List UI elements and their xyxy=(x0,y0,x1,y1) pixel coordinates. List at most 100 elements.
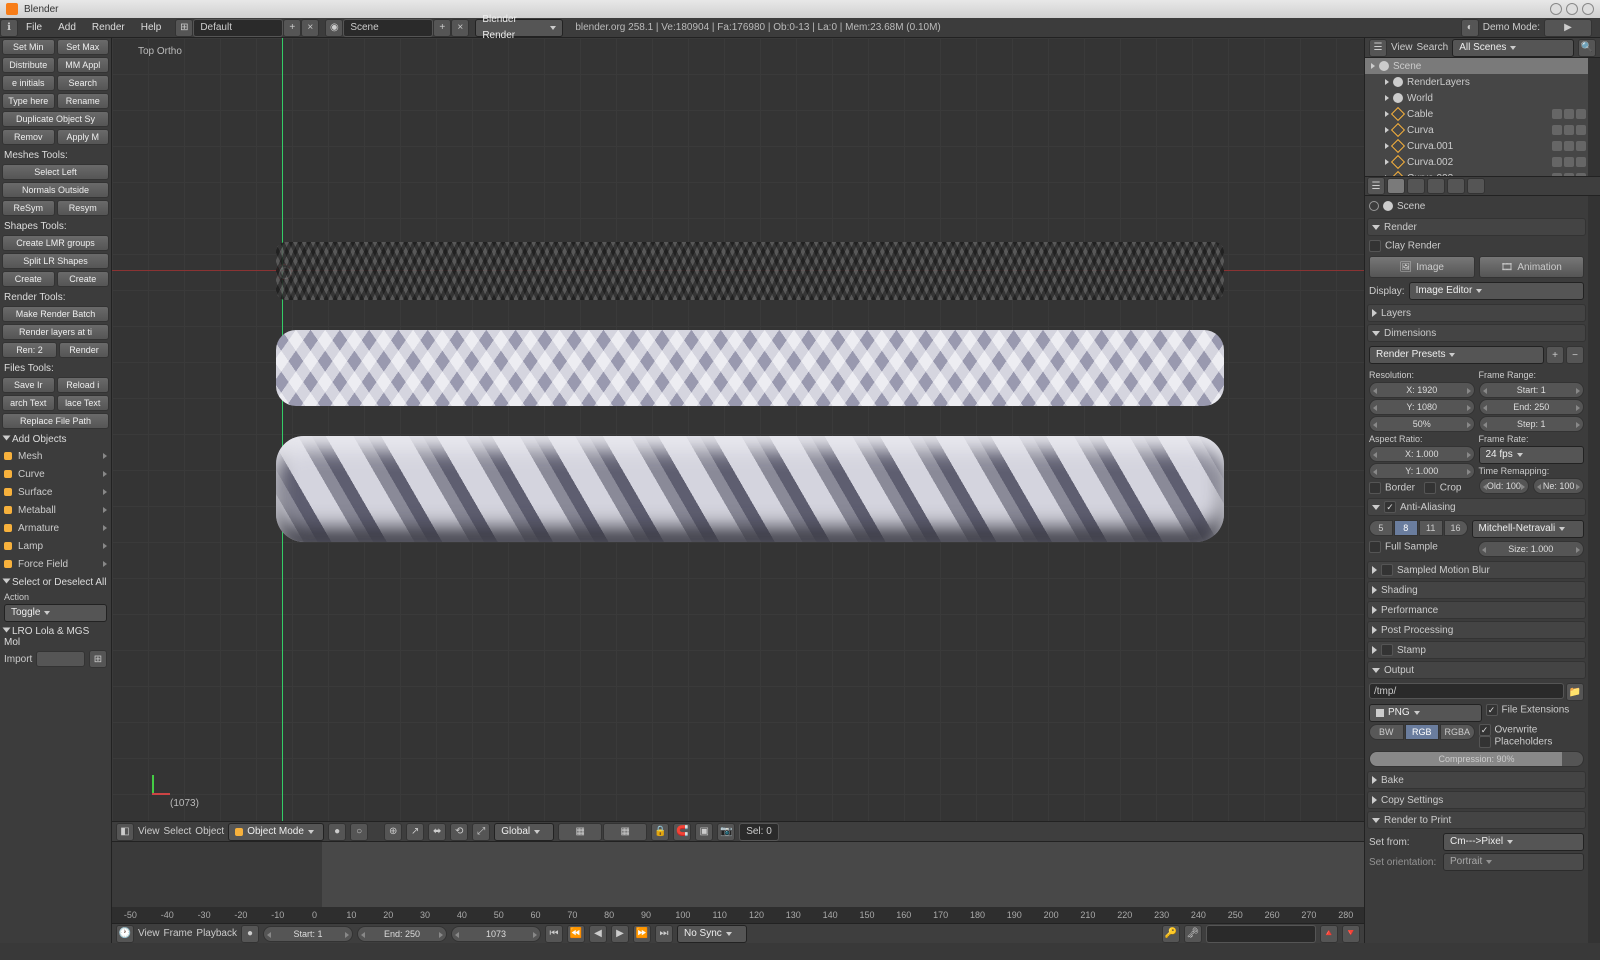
aa-8[interactable]: 8 xyxy=(1394,520,1418,536)
btn-render[interactable]: Render xyxy=(59,342,109,358)
menu-file[interactable]: File xyxy=(18,19,50,37)
tl-menu-playback[interactable]: Playback xyxy=(196,928,237,939)
set-orient-dropdown[interactable]: Portrait xyxy=(1443,853,1584,871)
eye-icon[interactable] xyxy=(1552,109,1562,119)
eye-icon[interactable] xyxy=(1552,141,1562,151)
outliner-scrollbar[interactable] xyxy=(1588,58,1600,176)
select-icon[interactable] xyxy=(1564,157,1574,167)
path-browse-icon[interactable]: 📁 xyxy=(1566,683,1584,701)
add-forcefield[interactable]: Force Field xyxy=(0,555,111,573)
outliner-filter-dropdown[interactable]: All Scenes xyxy=(1452,39,1574,57)
btn-replace-path[interactable]: Replace File Path xyxy=(2,413,109,429)
panel-dimensions[interactable]: Dimensions xyxy=(1367,324,1586,342)
snap-icon[interactable]: 🧲 xyxy=(673,823,691,841)
outliner-row[interactable]: Scene xyxy=(1365,58,1588,74)
tl-menu-view[interactable]: View xyxy=(138,928,160,939)
3d-viewport[interactable]: Top Ortho (1073) xyxy=(112,38,1364,821)
render-icon[interactable] xyxy=(1576,125,1586,135)
tab-scene[interactable] xyxy=(1407,178,1425,194)
btn-mm-apply[interactable]: MM Appl xyxy=(57,57,110,73)
btn-reload[interactable]: Reload i xyxy=(57,377,110,393)
start-frame-field[interactable]: Start: 1 xyxy=(263,926,353,942)
res-pct-field[interactable]: 50% xyxy=(1369,416,1475,432)
tab-object[interactable] xyxy=(1447,178,1465,194)
border-checkbox[interactable] xyxy=(1369,482,1381,494)
panel-layers[interactable]: Layers xyxy=(1367,304,1586,322)
add-objects-header[interactable]: Add Objects xyxy=(0,430,111,447)
snap-type-icon[interactable]: ▣ xyxy=(695,823,713,841)
frame-start-field[interactable]: Start: 1 xyxy=(1479,382,1585,398)
btn-create-lmr[interactable]: Create LMR groups xyxy=(2,235,109,251)
action-dropdown[interactable]: Toggle xyxy=(4,604,107,622)
scene-crumb-label[interactable]: Scene xyxy=(1397,201,1425,212)
scene-del-icon[interactable]: × xyxy=(451,19,469,37)
btn-search[interactable]: Search xyxy=(57,75,110,91)
import-field[interactable] xyxy=(36,651,85,667)
btn-resym-a[interactable]: ReSym xyxy=(2,200,55,216)
autokey-icon[interactable]: 🔑 xyxy=(1162,925,1180,943)
btn-set-min[interactable]: Set Min xyxy=(2,39,55,55)
keyframe-prev-icon[interactable]: ⏪ xyxy=(567,925,585,943)
panel-render-to-print[interactable]: Render to Print xyxy=(1367,811,1586,829)
props-editor-icon[interactable]: ☰ xyxy=(1367,177,1385,195)
crop-checkbox[interactable] xyxy=(1424,482,1436,494)
layout-del-icon[interactable]: × xyxy=(301,19,319,37)
properties-scrollbar[interactable] xyxy=(1588,196,1600,943)
display-dropdown[interactable]: Image Editor xyxy=(1409,282,1584,300)
disclosure-icon[interactable] xyxy=(1385,143,1389,149)
color-rgba[interactable]: RGBA xyxy=(1440,724,1475,740)
select-all-header[interactable]: Select or Deselect All xyxy=(0,573,111,590)
render-icon[interactable] xyxy=(1576,109,1586,119)
panel-motion-blur[interactable]: Sampled Motion Blur xyxy=(1367,561,1586,579)
frame-rate-dropdown[interactable]: 24 fps xyxy=(1479,446,1585,464)
timeline-editor-icon[interactable]: 🕐 xyxy=(116,925,134,943)
demo-play-button[interactable]: ▶ xyxy=(1544,19,1592,37)
btn-render-batch[interactable]: Make Render Batch xyxy=(2,306,109,322)
keyframe-next-icon[interactable]: ⏩ xyxy=(633,925,651,943)
color-rgb[interactable]: RGB xyxy=(1405,724,1440,740)
color-bw[interactable]: BW xyxy=(1369,724,1404,740)
eye-icon[interactable] xyxy=(1552,157,1562,167)
panel-antialiasing[interactable]: Anti-Aliasing xyxy=(1367,498,1586,516)
btn-save[interactable]: Save Ir xyxy=(2,377,55,393)
outliner-row[interactable]: Curva.001 xyxy=(1365,138,1588,154)
lock-camera-icon[interactable]: 🔒 xyxy=(651,823,669,841)
disclosure-icon[interactable] xyxy=(1385,127,1389,133)
compression-slider[interactable]: Compression: 90% xyxy=(1369,751,1584,767)
timeline-track[interactable] xyxy=(112,842,1364,907)
aa-16[interactable]: 16 xyxy=(1444,520,1468,536)
play-reverse-icon[interactable]: ◀ xyxy=(589,925,607,943)
aspect-y-field[interactable]: Y: 1.000 xyxy=(1369,463,1475,479)
jump-end-icon[interactable]: ⏭ xyxy=(655,925,673,943)
panel-shading[interactable]: Shading xyxy=(1367,581,1586,599)
btn-apply-m[interactable]: Apply M xyxy=(57,129,110,145)
play-icon[interactable]: ▶ xyxy=(611,925,629,943)
panel-performance[interactable]: Performance xyxy=(1367,601,1586,619)
tab-world[interactable] xyxy=(1427,178,1445,194)
record-icon[interactable]: ● xyxy=(241,925,259,943)
panel-post-processing[interactable]: Post Processing xyxy=(1367,621,1586,639)
ol-menu-search[interactable]: Search xyxy=(1417,42,1449,53)
render-anim-button[interactable]: 🎞Animation xyxy=(1479,256,1585,278)
clay-render-checkbox[interactable] xyxy=(1369,240,1381,252)
btn-remove[interactable]: Remov xyxy=(2,129,55,145)
select-icon[interactable] xyxy=(1564,109,1574,119)
remap-old-field[interactable]: Old: 100 xyxy=(1479,478,1530,494)
render-image-button[interactable]: 🖼Image xyxy=(1369,256,1475,278)
info-editor-icon[interactable]: ℹ xyxy=(0,19,18,37)
keyingset-icon[interactable]: 🗝 xyxy=(1184,925,1202,943)
scene-add-icon[interactable]: + xyxy=(433,19,451,37)
demo-icon[interactable]: ◐ xyxy=(1461,19,1479,37)
file-ext-checkbox[interactable] xyxy=(1486,704,1498,716)
aa-11[interactable]: 11 xyxy=(1419,520,1443,536)
outliner-row[interactable]: Curva xyxy=(1365,122,1588,138)
btn-set-max[interactable]: Set Max xyxy=(57,39,110,55)
eye-icon[interactable] xyxy=(1552,125,1562,135)
render-icon[interactable] xyxy=(1576,141,1586,151)
btn-create-a[interactable]: Create xyxy=(2,271,55,287)
mode-dropdown[interactable]: Object Mode xyxy=(228,823,324,841)
layout-add-icon[interactable]: + xyxy=(283,19,301,37)
minimize-icon[interactable] xyxy=(1550,3,1562,15)
disclosure-icon[interactable] xyxy=(1385,111,1389,117)
frame-step-field[interactable]: Step: 1 xyxy=(1479,416,1585,432)
